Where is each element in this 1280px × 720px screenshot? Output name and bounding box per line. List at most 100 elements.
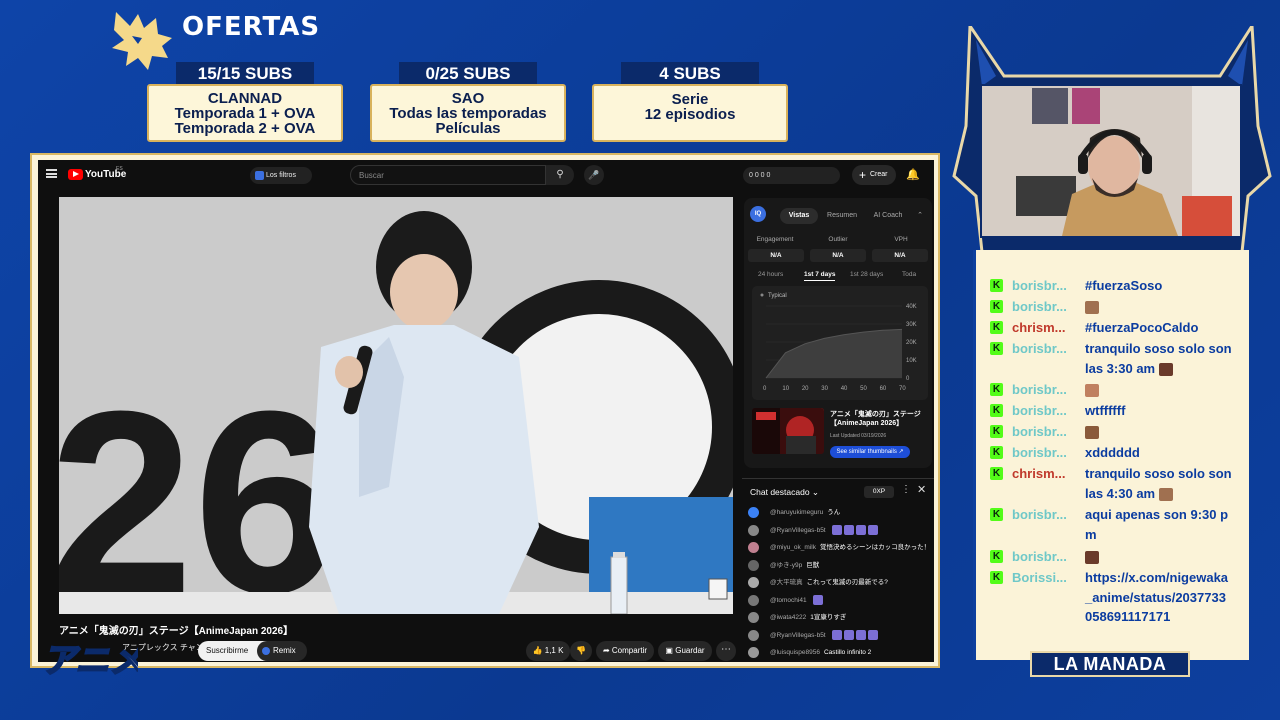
youtube-topbar: YouTube ES Los filtros Buscar ⚲ 🎤 0 0 0 … [38,160,934,190]
range-24h[interactable]: 24 hours [758,271,783,278]
chat-username[interactable]: @haruyukimeguru うん [770,507,840,518]
x-tick-label: 50 [860,386,867,392]
offer-line: Serie [671,91,709,108]
chart-legend: Typical [768,293,787,299]
search-input[interactable]: Buscar [350,165,546,185]
x-tick-label: 70 [899,386,906,392]
x-tick-label: 0 [763,386,767,392]
offer-line: Todas las temporadas [389,105,547,122]
chat-username[interactable]: Borissi... [1012,568,1082,588]
like-button[interactable]: 👍 1,1 K [526,641,570,661]
collapse-chevron-icon[interactable]: ⌃ [914,208,926,224]
chat-username[interactable]: @大平琉真 これって鬼滅の刃最新でる? [770,577,888,588]
create-button[interactable]: Crear [852,165,896,185]
youtube-logo-icon[interactable] [68,169,83,180]
chat-username[interactable]: borisbr... [1012,401,1082,421]
y-tick-label: 10K [906,358,917,364]
avatar[interactable] [748,594,759,606]
video-frame: 26 [59,197,733,614]
filters-button[interactable]: Los filtros [250,167,312,184]
avatar[interactable] [748,507,759,518]
tab-vistas[interactable]: Vistas [780,208,818,224]
kick-badge-icon: K [990,383,1003,396]
views-chart-svg: Typical 40K 30K 20K 10K 0 0 10 20 30 40 50 60 70 [760,293,917,392]
metric-label: Engagement [756,236,794,243]
chat-username[interactable]: @iwata4222 1宣康りすぎ [770,612,846,623]
avatar[interactable] [748,612,759,623]
save-label: Guardar [675,646,705,655]
chat-username[interactable]: @tomochi41 [770,594,823,606]
anime-logo-text: アニメ [42,641,138,681]
chat-username[interactable]: @luisquispe8956 Castillo infinito 2 [770,647,871,658]
chat-username[interactable]: borisbr... [1012,422,1082,442]
avatar[interactable] [748,577,759,588]
offer-card-3: 4 SUBS Serie 12 episodios [592,62,788,142]
range-all[interactable]: Toda [902,271,916,278]
chat-username[interactable]: borisbr... [1012,297,1082,317]
bookmark-icon: ▣ [665,646,673,655]
metric-value: N/A [810,249,866,262]
offer-subs-count: 4 SUBS [621,62,759,86]
chat-title[interactable]: Chat destacado ⌄ [750,487,819,498]
extension-stats[interactable]: 0 0 0 0 [743,167,840,184]
chat-username[interactable]: borisbr... [1012,547,1082,567]
chat-username[interactable]: @RyanVillegas-b5t [770,524,878,536]
chat-username[interactable]: borisbr... [1012,380,1082,400]
avatar[interactable] [748,542,759,553]
avatar[interactable] [748,524,759,536]
video-player[interactable]: 26 [59,197,733,614]
offer-subs-count: 15/15 SUBS [176,62,314,86]
webcam-feed [980,84,1242,238]
similar-video[interactable]: アニメ「鬼滅の刃」ステージ【AnimeJapan 2026】 Last Upda… [752,408,928,464]
avatar[interactable] [748,629,759,641]
share-button[interactable]: ➦ Compartir [596,641,654,661]
x-tick-label: 30 [821,386,828,392]
save-button[interactable]: ▣ Guardar [658,641,712,661]
chat-text [1085,422,1233,442]
y-tick-label: 40K [906,304,917,310]
metric-value: N/A [872,249,928,262]
avatar[interactable] [748,647,759,658]
video-thumbnail[interactable] [752,408,824,454]
offer-line: CLANNAD [207,90,283,107]
kick-badge-icon: K [990,550,1003,563]
chat-text[interactable]: https://x.com/nigewaka_anime/status/2037… [1085,568,1233,627]
menu-icon[interactable] [46,169,57,178]
chat-username[interactable]: borisbr... [1012,276,1082,296]
chat-menu-icon[interactable]: ⋮ [901,484,911,495]
kick-badge-icon: K [990,446,1003,459]
chat-text [1085,380,1233,400]
chat-username[interactable]: borisbr... [1012,505,1082,525]
dislike-button[interactable]: 👎 [570,641,592,661]
avatar[interactable] [748,559,759,571]
metric-label: Outlier [828,236,848,243]
legend-dot [760,293,764,297]
chat-username[interactable]: chrism... [1012,464,1082,484]
chat-username[interactable]: @RyanVillegas-b5t [770,629,878,641]
range-28d[interactable]: 1st 28 days [850,271,883,278]
close-icon[interactable]: ✕ [917,483,926,496]
chat-username[interactable]: borisbr... [1012,339,1082,359]
search-icon[interactable]: ⚲ [546,165,574,185]
emote-icon [843,629,854,640]
metric-label: VPH [894,236,908,243]
emote-icon [867,629,878,640]
microphone-icon[interactable]: 🎤 [584,165,604,185]
chat-username[interactable]: chrism... [1012,318,1082,338]
kick-badge-icon: K [990,279,1003,292]
tab-resumen[interactable]: Resumen [822,208,862,224]
offer-line: Temporada 2 + OVA [174,120,316,137]
like-count: 1,1 K [544,646,564,655]
notifications-bell-icon[interactable]: 🔔 [906,168,920,181]
chat-title-label: Chat destacado [750,487,810,497]
range-7d[interactable]: 1st 7 days [804,271,836,281]
chat-username[interactable]: @ゆき-y9p 巨獣 [770,560,819,571]
remix-button[interactable]: Remix [257,641,307,661]
chat-username[interactable]: borisbr... [1012,443,1082,463]
see-similar-button[interactable]: See similar thumbnails ↗ [830,446,910,458]
tab-ai-coach[interactable]: AI Coach [868,208,908,224]
anime-logo-icon: アニメ [41,640,138,682]
chat-username[interactable]: @miyu_ok_milk 覚悟決めるシーンはカッコ良かった！ [770,542,930,553]
emote-icon [855,629,866,640]
more-options-icon[interactable]: ⋯ [716,641,736,661]
